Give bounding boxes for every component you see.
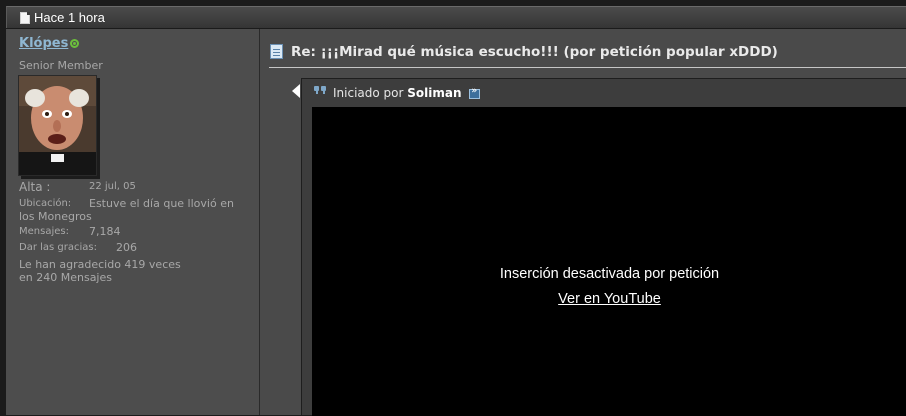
quote-author: Soliman bbox=[407, 86, 462, 100]
youtube-link[interactable]: Ver en YouTube bbox=[558, 291, 661, 307]
post-title: Re: ¡¡¡Mirad qué música escucho!!! (por … bbox=[291, 44, 778, 60]
post-date: Hace 1 hora bbox=[34, 10, 105, 25]
view-post-icon[interactable] bbox=[469, 86, 481, 99]
thanked-line2: en 240 Mensajes bbox=[19, 271, 112, 284]
location-label: Ubicación: bbox=[19, 198, 72, 209]
user-info-panel: Klópes Senior Member Alta : 22 jul, 05 U… bbox=[6, 29, 260, 415]
online-status-icon bbox=[70, 39, 79, 48]
thanks-value: 206 bbox=[116, 241, 137, 254]
joined-value: 22 jul, 05 bbox=[89, 181, 136, 192]
youtube-link-row: Ver en YouTube bbox=[312, 288, 906, 307]
title-divider bbox=[269, 67, 906, 68]
quote-attribution: Iniciado por Soliman bbox=[333, 86, 481, 100]
document-icon bbox=[20, 12, 30, 24]
thanks-label: Dar las gracias: bbox=[19, 242, 97, 253]
post-header: Hace 1 hora bbox=[6, 6, 906, 28]
posts-value: 7,184 bbox=[89, 225, 121, 238]
video-embed: Inserción desactivada por petición Ver e… bbox=[312, 107, 906, 416]
quote-icon bbox=[314, 86, 326, 94]
quote-box: Iniciado por Soliman Inserción desactiva… bbox=[301, 78, 906, 416]
user-title: Senior Member bbox=[19, 59, 103, 72]
joined-label: Alta : bbox=[19, 180, 51, 194]
username-link[interactable]: Klópes bbox=[19, 36, 68, 51]
quote-arrow-icon bbox=[292, 84, 300, 98]
embed-disabled-message: Inserción desactivada por petición bbox=[499, 266, 720, 282]
post-content: Re: ¡¡¡Mirad qué música escucho!!! (por … bbox=[260, 29, 906, 416]
avatar[interactable] bbox=[18, 75, 97, 176]
post-title-icon bbox=[270, 44, 283, 59]
location-value-line2: los Monegros bbox=[19, 210, 92, 223]
started-by-label: Iniciado por bbox=[333, 86, 404, 100]
posts-label: Mensajes: bbox=[19, 226, 69, 237]
thanked-line1: Le han agradecido 419 veces bbox=[19, 258, 181, 271]
location-value-line1: Estuve el día que llovió en bbox=[89, 197, 234, 210]
